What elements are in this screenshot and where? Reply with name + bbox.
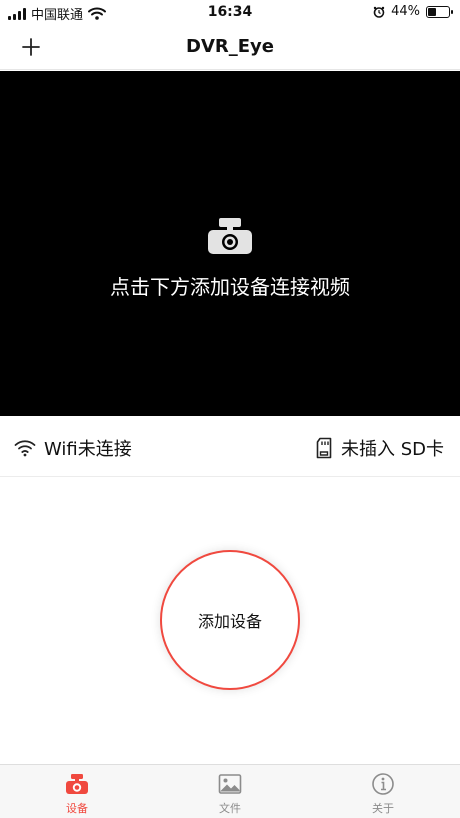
wifi-status: Wifi未连接 <box>14 435 132 461</box>
status-right: 44% <box>373 4 453 19</box>
page-title: DVR_Eye <box>186 36 274 57</box>
camera-icon <box>208 218 252 254</box>
tab-bar: 设备 文件 关于 <box>0 764 460 818</box>
tab-files[interactable]: 文件 <box>190 771 270 816</box>
battery-percent: 44% <box>391 4 420 19</box>
add-device-label: 添加设备 <box>197 612 262 631</box>
nav-bar: DVR_Eye <box>0 24 460 70</box>
tab-about[interactable]: 关于 <box>343 771 423 816</box>
info-icon <box>372 773 394 795</box>
video-preview[interactable]: 点击下方添加设备连接视频 <box>0 71 460 416</box>
sd-status: 未插入 SD卡 <box>315 435 444 461</box>
battery-fill <box>428 7 437 16</box>
image-icon <box>218 774 242 794</box>
alarm-icon <box>373 6 385 18</box>
tab-device[interactable]: 设备 <box>37 771 117 816</box>
add-device-button[interactable]: 添加设备 <box>160 550 300 690</box>
tab-files-label: 文件 <box>219 802 241 815</box>
status-bar: 中国联通 16:34 44% <box>0 0 460 24</box>
connection-info-bar: Wifi未连接 未插入 SD卡 <box>0 416 460 477</box>
tab-device-label: 设备 <box>66 802 88 815</box>
tab-about-label: 关于 <box>372 802 394 815</box>
wifi-status-label: Wifi未连接 <box>44 439 132 460</box>
sd-card-icon <box>316 437 332 459</box>
video-message: 点击下方添加设备连接视频 <box>110 275 350 299</box>
wifi-icon <box>14 440 36 457</box>
sd-status-label: 未插入 SD卡 <box>340 439 444 460</box>
battery-icon <box>426 5 453 18</box>
dashcam-icon <box>66 774 88 794</box>
